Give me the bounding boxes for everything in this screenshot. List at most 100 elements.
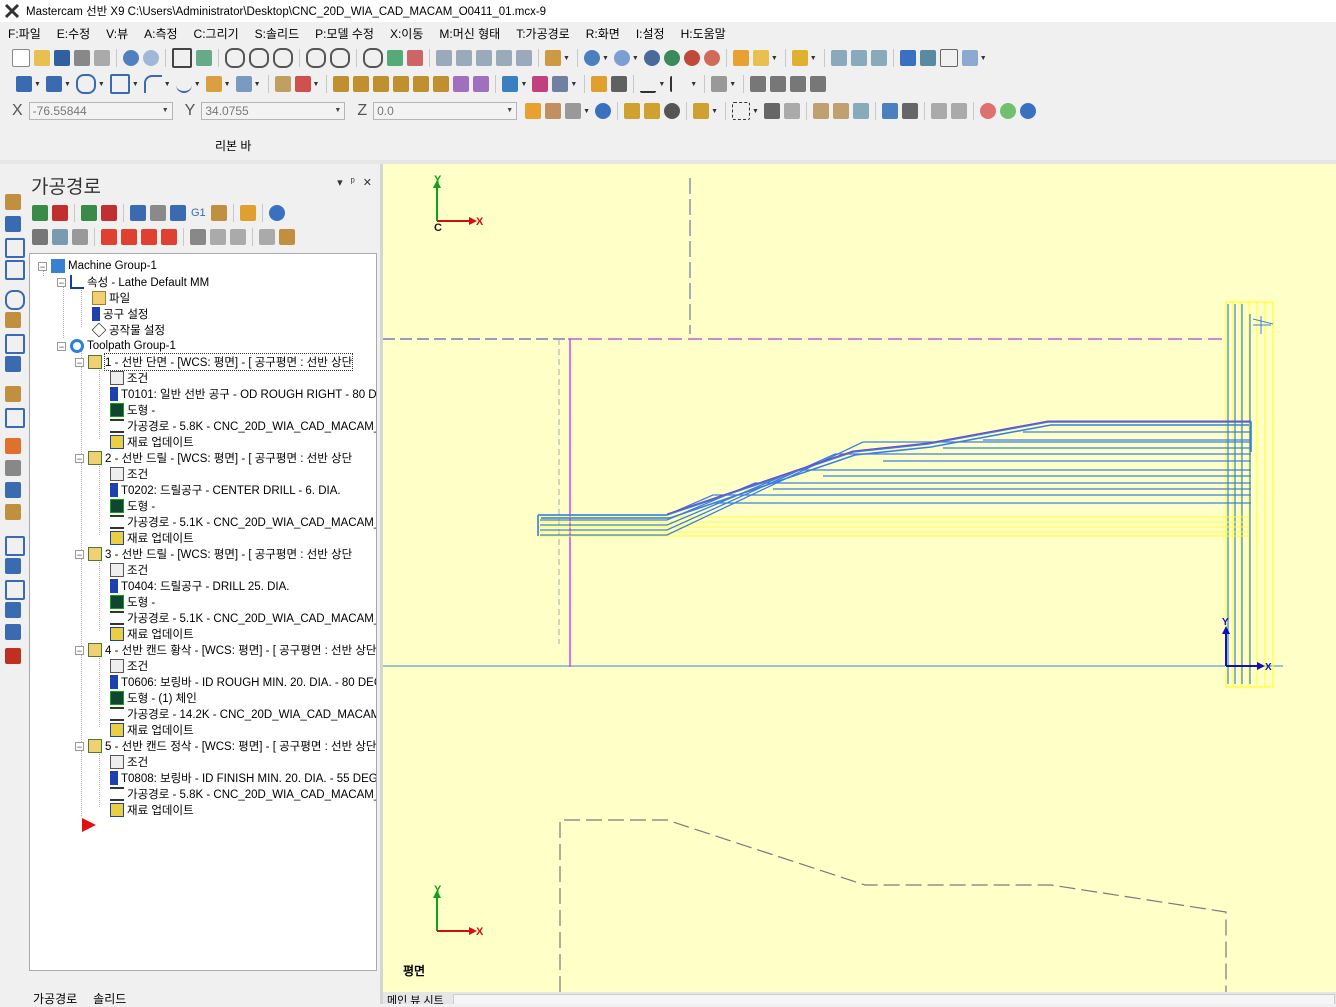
simulate-icon[interactable] xyxy=(259,229,275,245)
dimension-horizontal-icon[interactable] xyxy=(640,75,657,93)
lathe-c-axis-icon[interactable] xyxy=(5,602,21,618)
tree-machine-group[interactable]: − Machine Group-1 xyxy=(38,258,157,274)
move-up-icon[interactable] xyxy=(121,229,137,245)
dimension-vertical-icon[interactable] xyxy=(670,76,688,92)
save-icon[interactable] xyxy=(54,50,70,66)
op5-stock-update[interactable]: 재료 업데이트 xyxy=(110,802,194,818)
menu-toolpaths[interactable]: T:가공경로 xyxy=(508,25,578,42)
tree-operation-3[interactable]: − 3 - 선반 드릴 - [WCS: 평면] - [ 공구평면 : 선반 상단 xyxy=(75,546,352,562)
op2-parameters[interactable]: 조건 xyxy=(110,466,148,482)
op1-parameters[interactable]: 조건 xyxy=(110,370,148,386)
xform-project-icon[interactable] xyxy=(433,76,450,92)
spline-icon[interactable] xyxy=(175,75,192,93)
lathe-contour-icon[interactable] xyxy=(5,460,21,476)
dynamic-rotate-icon[interactable] xyxy=(387,50,403,66)
panel-pin-button[interactable]: ᵖ xyxy=(351,176,355,189)
op2-stock-update[interactable]: 재료 업데이트 xyxy=(110,530,194,546)
op1-stock-update[interactable]: 재료 업데이트 xyxy=(110,434,194,450)
pan-icon[interactable] xyxy=(407,50,423,66)
viewport-canvas[interactable]: Y X C Y X Y X xyxy=(383,164,1336,992)
analyze-entity-icon[interactable] xyxy=(830,50,847,66)
tree-files[interactable]: 파일 xyxy=(92,290,130,306)
show-geometry-icon[interactable] xyxy=(210,229,226,245)
point-icon[interactable] xyxy=(16,76,32,92)
lathe-bore-icon[interactable] xyxy=(5,334,25,354)
op1-tool[interactable]: T0101: 일반 선반 공구 - OD ROUGH RIGHT - 80 DE… xyxy=(110,386,376,402)
tab-main-viewsheet[interactable]: 메인 뷰 시트 xyxy=(387,992,444,1004)
tree-operation-4[interactable]: − 4 - 선반 캔드 황삭 - [WCS: 평면] - [ 공구평면 : 선반… xyxy=(75,642,376,658)
lathe-tap-icon[interactable] xyxy=(5,312,21,328)
arc-icon[interactable] xyxy=(143,75,162,93)
op4-stock-update[interactable]: 재료 업데이트 xyxy=(110,722,194,738)
op3-toolpath[interactable]: 가공경로 - 5.1K - CNC_20D_WIA_CAD_MACAM_O041… xyxy=(110,610,376,626)
mask-icon[interactable] xyxy=(693,103,710,119)
marker-icon[interactable] xyxy=(791,50,808,66)
view-iso-icon[interactable] xyxy=(496,50,512,66)
fast-point-icon[interactable] xyxy=(525,103,542,119)
tree-toolpath-group[interactable]: − Toolpath Group-1 xyxy=(57,338,176,354)
xform-array-icon[interactable] xyxy=(453,76,470,92)
op4-tool[interactable]: T0606: 보링바 - ID ROUGH MIN. 20. DIA. - 80… xyxy=(110,674,376,690)
pencil-icon[interactable] xyxy=(732,50,749,66)
scroll-to-insert-icon[interactable] xyxy=(161,229,177,245)
xform-scale-icon[interactable] xyxy=(393,76,410,92)
lathe-stock-flip-icon[interactable] xyxy=(5,504,21,520)
op3-tool[interactable]: T0404: 드릴공구 - DRILL 25. DIA. xyxy=(110,578,289,594)
show-stock-icon[interactable] xyxy=(230,229,246,245)
select-only-icon[interactable] xyxy=(950,103,967,119)
op4-geometry[interactable]: 도형 - (1) 체인 xyxy=(110,690,197,706)
leader-icon[interactable] xyxy=(611,76,628,92)
menu-screen[interactable]: R:화면 xyxy=(578,25,628,42)
menu-machine-type[interactable]: M:머신 형태 xyxy=(431,25,508,42)
select-group-icon[interactable] xyxy=(644,103,661,119)
translucency-icon[interactable] xyxy=(703,50,720,66)
solid-box-icon[interactable] xyxy=(5,648,21,664)
regenerate-dirty-icon[interactable] xyxy=(150,205,166,221)
plugins-icon[interactable] xyxy=(899,50,916,66)
menu-create[interactable]: C:그리기 xyxy=(186,25,247,42)
tab-toolpaths[interactable]: 가공경로 xyxy=(29,988,81,1006)
deselect-dirty-ops-icon[interactable] xyxy=(101,205,117,221)
lathe-mill-icon[interactable] xyxy=(5,624,21,640)
menu-view[interactable]: V:뷰 xyxy=(98,25,136,42)
g1-post-label[interactable]: G1 xyxy=(191,207,206,219)
trim-icon[interactable] xyxy=(274,76,291,92)
shading-sphere-icon[interactable] xyxy=(613,50,630,66)
tree-operation-2[interactable]: − 2 - 선반 드릴 - [WCS: 평면] - [ 공구평면 : 선반 상단 xyxy=(75,450,352,466)
toggle-display-icon[interactable] xyxy=(52,229,68,245)
lathe-plunge-icon[interactable] xyxy=(5,438,21,454)
verify-select-icon[interactable] xyxy=(901,103,918,119)
backplot-icon[interactable] xyxy=(170,205,186,221)
op2-geometry[interactable]: 도형 - xyxy=(110,498,155,514)
op3-parameters[interactable]: 조건 xyxy=(110,562,148,578)
lock-icon[interactable] xyxy=(32,229,48,245)
select-chain-icon[interactable] xyxy=(624,103,641,119)
new-file-icon[interactable] xyxy=(12,49,30,67)
xform-mirror-icon[interactable] xyxy=(373,76,390,92)
tree-operation-5[interactable]: − 5 - 선반 캔드 정삭 - [WCS: 평면] - [ 공구평면 : 선반… xyxy=(75,738,376,754)
insert-arrow[interactable] xyxy=(80,817,98,833)
fit-screen-icon[interactable] xyxy=(172,48,192,68)
op2-toolpath[interactable]: 가공경로 - 5.1K - CNC_20D_WIA_CAD_MACAM_O041… xyxy=(110,514,376,530)
lathe-canned-rough-icon[interactable] xyxy=(5,386,21,402)
verify-icon[interactable] xyxy=(279,229,295,245)
levels-icon[interactable] xyxy=(552,76,569,92)
menu-analyze[interactable]: A:측정 xyxy=(136,25,185,42)
graphics-viewport[interactable]: Y X C Y X Y X 평면 xyxy=(383,164,1336,992)
op4-parameters[interactable]: 조건 xyxy=(110,658,148,674)
post-selected-icon[interactable] xyxy=(210,205,227,221)
open-file-icon[interactable] xyxy=(34,50,50,66)
tree-stock-setup[interactable]: 공작물 설정 xyxy=(91,322,165,338)
info-icon[interactable] xyxy=(1019,103,1036,119)
analyze-distance-icon[interactable] xyxy=(850,50,867,66)
plane-icon[interactable] xyxy=(502,76,519,92)
y-coord-input[interactable]: 34.0755 ▼ xyxy=(201,102,346,120)
view-cube-icon[interactable] xyxy=(516,50,532,66)
globe-icon[interactable] xyxy=(583,50,600,66)
sigma-icon[interactable] xyxy=(939,49,958,67)
hatch-icon[interactable] xyxy=(711,76,728,92)
solid-face-icon[interactable] xyxy=(812,103,829,119)
print-preview-icon[interactable] xyxy=(94,50,110,66)
shaded-icon[interactable] xyxy=(663,50,680,66)
move-down-icon[interactable] xyxy=(101,229,117,245)
